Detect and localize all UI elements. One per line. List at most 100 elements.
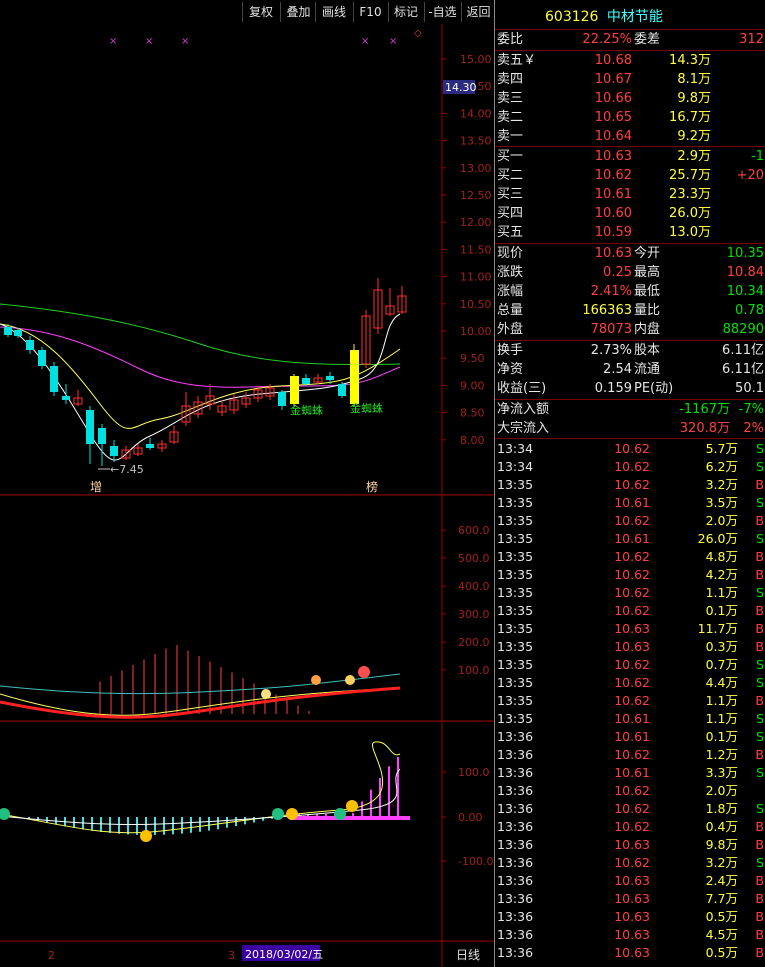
toolbar-button-4[interactable]: 标记 bbox=[388, 2, 423, 22]
bid-price: 10.62 bbox=[594, 168, 632, 183]
stat-value: 10.63 bbox=[594, 246, 632, 261]
candle-body bbox=[86, 410, 94, 444]
event-label: 增 bbox=[90, 480, 102, 494]
pattern-label: 金蜘蛛 bbox=[290, 403, 323, 417]
stat-label-2: 最低 bbox=[634, 284, 661, 299]
macd-tick-label: -100.0 bbox=[458, 855, 493, 868]
ask-volume: 8.1万 bbox=[677, 72, 711, 87]
toolbar-button-0[interactable]: 复权 bbox=[242, 2, 279, 22]
trade-price: 10.61 bbox=[614, 531, 650, 546]
flow-label: 净流入额 bbox=[497, 402, 550, 417]
trade-volume: 5.7万 bbox=[705, 441, 738, 456]
pattern-label: 金蜘蛛 bbox=[350, 401, 383, 415]
ask-volume: 9.2万 bbox=[677, 129, 711, 144]
trade-time: 13:35 bbox=[497, 513, 534, 528]
trade-time: 13:36 bbox=[497, 873, 534, 888]
ask-price: 10.68 bbox=[594, 53, 632, 68]
stat-label: 涨幅 bbox=[497, 284, 524, 299]
ask-row-4: 卖一 10.64 9.2万 bbox=[497, 128, 765, 146]
signal-icon bbox=[140, 830, 152, 842]
trade-time: 13:36 bbox=[497, 945, 534, 960]
toolbar-button-5[interactable]: -自选 bbox=[424, 2, 460, 22]
trade-volume: 1.1万 bbox=[705, 693, 738, 708]
macd-tick-label: 0.00 bbox=[458, 811, 483, 824]
trade-row: 13:35 10.63 11.7万 B bbox=[497, 620, 765, 638]
trade-row: 13:35 10.62 4.4万 S bbox=[497, 674, 765, 692]
trade-time: 13:35 bbox=[497, 711, 534, 726]
ask-label: 卖三 bbox=[497, 91, 524, 106]
bid-label: 买二 bbox=[497, 168, 524, 183]
trade-price: 10.62 bbox=[614, 855, 650, 870]
trade-volume: 4.5万 bbox=[705, 927, 738, 942]
toolbar-button-3[interactable]: F10 bbox=[353, 2, 387, 22]
ask-volume: 9.8万 bbox=[677, 91, 711, 106]
trade-row: 13:35 10.62 4.2万 B bbox=[497, 566, 765, 584]
bid-label: 买四 bbox=[497, 206, 524, 221]
stat-value-2: 10.84 bbox=[726, 265, 764, 280]
ask-row-2: 卖三 10.66 9.8万 bbox=[497, 90, 765, 108]
trade-time: 13:36 bbox=[497, 891, 534, 906]
candle-body bbox=[350, 350, 359, 404]
ball-icon bbox=[358, 666, 370, 678]
fund-label: 换手 bbox=[497, 343, 524, 358]
divider bbox=[495, 399, 765, 400]
fund-row-0: 换手 2.73% 股本 6.11亿 bbox=[497, 342, 765, 360]
bid-volume: 25.7万 bbox=[669, 168, 711, 183]
ask-row-3: 卖二 10.65 16.7万 bbox=[497, 109, 765, 127]
trade-side: B bbox=[755, 891, 764, 906]
trade-volume: 0.7万 bbox=[705, 657, 738, 672]
toolbar-button-2[interactable]: 画线 bbox=[315, 2, 352, 22]
stat-label-2: 最高 bbox=[634, 265, 661, 280]
fund-value: 2.73% bbox=[590, 343, 632, 358]
candle-body bbox=[278, 392, 286, 406]
trade-row: 13:36 10.63 0.5万 B bbox=[497, 908, 765, 926]
trade-row: 13:36 10.62 2.0万 bbox=[497, 782, 765, 800]
kline-chart[interactable]: 15.0014.5014.0013.5013.0012.5012.0011.50… bbox=[0, 24, 494, 967]
trade-volume: 1.8万 bbox=[705, 801, 738, 816]
bid-price: 10.60 bbox=[594, 206, 632, 221]
egg-icon bbox=[311, 675, 321, 685]
divider bbox=[495, 340, 765, 341]
price-tick-label: 15.00 bbox=[460, 53, 492, 66]
trade-price: 10.63 bbox=[614, 927, 650, 942]
ask-label: 卖五￥ bbox=[497, 53, 537, 68]
ask-volume: 16.7万 bbox=[669, 110, 711, 125]
divider bbox=[495, 438, 765, 439]
low-price-label: ←7.45 bbox=[110, 463, 144, 476]
stat-row-3: 总量 166363 量比 0.78 bbox=[497, 302, 765, 320]
ask-volume: 14.3万 bbox=[669, 53, 711, 68]
price-tick-label: 10.50 bbox=[460, 298, 492, 311]
divider bbox=[495, 29, 765, 30]
bid-volume: 23.3万 bbox=[669, 187, 711, 202]
trade-row: 13:34 10.62 5.7万 S bbox=[497, 440, 765, 458]
trade-side: S bbox=[756, 459, 764, 474]
trade-price: 10.63 bbox=[614, 945, 650, 960]
trade-volume: 3.3万 bbox=[705, 765, 738, 780]
trade-price: 10.63 bbox=[614, 837, 650, 852]
trade-volume: 0.5万 bbox=[705, 945, 738, 960]
trade-price: 10.62 bbox=[614, 459, 650, 474]
trade-volume: 0.3万 bbox=[705, 639, 738, 654]
trade-row: 13:35 10.61 1.1万 S bbox=[497, 710, 765, 728]
trade-volume: 3.2万 bbox=[705, 855, 738, 870]
trade-volume: 1.1万 bbox=[705, 711, 738, 726]
price-tick-label: 12.00 bbox=[460, 216, 492, 229]
bid-row-2: 买三 10.61 23.3万 bbox=[497, 186, 765, 204]
trade-side: S bbox=[756, 711, 764, 726]
trade-time: 13:36 bbox=[497, 747, 534, 762]
toolbar-button-6[interactable]: 返回 bbox=[461, 2, 495, 22]
candle-body bbox=[38, 350, 46, 366]
trade-time: 13:35 bbox=[497, 603, 534, 618]
trade-volume: 4.4万 bbox=[705, 675, 738, 690]
price-tick-label: 13.50 bbox=[460, 135, 492, 148]
quote-panel: 603126 中材节能 委比 22.25% 委差 312 卖五￥ 10.68 14.3万 卖四… bbox=[494, 0, 765, 967]
trade-price: 10.62 bbox=[614, 801, 650, 816]
toolbar-button-1[interactable]: 叠加 bbox=[280, 2, 316, 22]
trade-price: 10.62 bbox=[614, 477, 650, 492]
stat-row-4: 外盘 78073 内盘 88290 bbox=[497, 321, 765, 339]
trade-time: 13:35 bbox=[497, 639, 534, 654]
stat-value-2: 10.35 bbox=[726, 246, 764, 261]
vol-tick-label: 600.0 bbox=[458, 524, 490, 537]
weibi-row: 委比 22.25% 委差 312 bbox=[497, 31, 765, 49]
trade-time: 13:35 bbox=[497, 531, 534, 546]
